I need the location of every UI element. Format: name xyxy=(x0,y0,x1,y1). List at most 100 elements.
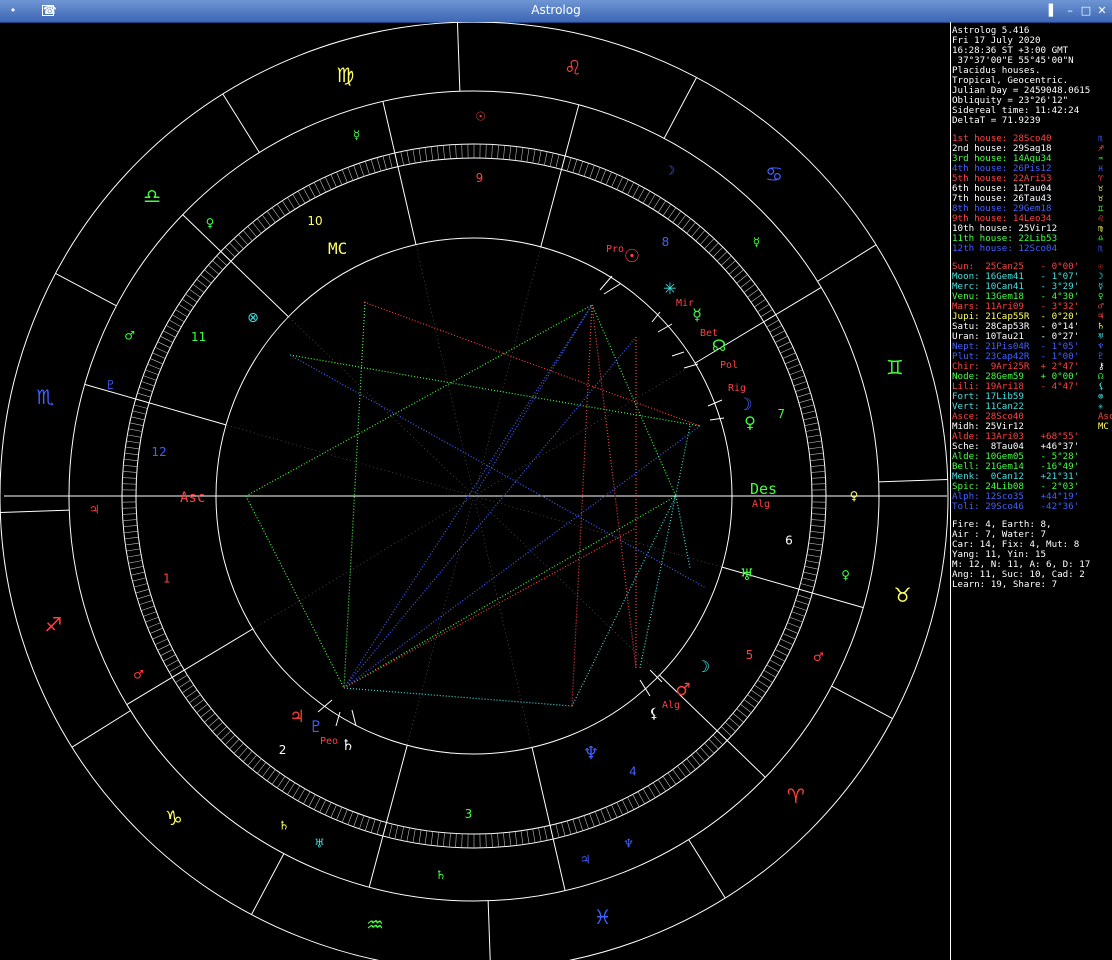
degree-tick xyxy=(128,428,143,432)
sign-divider xyxy=(487,900,491,960)
aspect-line xyxy=(343,301,366,689)
degree-tick xyxy=(200,708,212,718)
close-button[interactable]: ✕ xyxy=(1095,4,1109,17)
planet-pointer xyxy=(599,275,613,291)
degree-tick xyxy=(503,832,505,847)
planets-glyph-icon: ♆ xyxy=(1098,342,1104,352)
planets-glyph-icon: ☉ xyxy=(1098,262,1104,272)
house-number: 3 xyxy=(465,807,473,821)
degree-tick xyxy=(123,525,138,527)
degree-tick xyxy=(175,309,188,318)
house-number: 2 xyxy=(279,743,287,757)
degree-tick xyxy=(785,358,799,365)
houses-glyph-icon: ♏ xyxy=(1098,134,1104,144)
degree-tick xyxy=(238,234,249,246)
planet-glyph-icon: ⚸ xyxy=(649,706,659,722)
degree-tick xyxy=(809,452,824,456)
degree-tick xyxy=(130,571,145,576)
degree-tick xyxy=(789,616,803,623)
degree-tick xyxy=(394,825,399,840)
degree-tick xyxy=(220,730,232,741)
degree-tick xyxy=(330,804,337,818)
degree-tick xyxy=(787,622,801,629)
degree-tick xyxy=(805,560,820,564)
degree-tick xyxy=(720,726,732,737)
degree-tick xyxy=(157,643,171,651)
degree-tick xyxy=(699,234,710,246)
planet-glyph-icon: ♂ xyxy=(675,680,690,700)
sign-divider xyxy=(663,77,697,139)
zodiac-sign-icon: ♎ xyxy=(143,184,161,208)
degree-tick xyxy=(561,822,566,837)
degree-tick xyxy=(313,797,321,810)
house-ruler-icon: ☽ xyxy=(664,164,675,178)
sign-divider xyxy=(817,244,877,282)
degree-tick xyxy=(782,633,796,640)
degree-tick xyxy=(627,182,635,195)
degree-tick xyxy=(376,820,382,835)
degree-tick xyxy=(208,717,220,728)
degree-tick xyxy=(657,779,666,792)
house-ruler-icon: ♂ xyxy=(813,650,824,664)
degree-tick xyxy=(621,799,629,813)
degree-tick xyxy=(810,458,825,461)
degree-tick xyxy=(708,242,719,254)
degree-tick xyxy=(208,264,220,275)
degree-tick xyxy=(572,159,578,173)
degree-tick xyxy=(616,176,624,190)
degree-tick xyxy=(549,152,554,167)
degree-tick xyxy=(677,214,687,227)
degree-tick xyxy=(388,154,393,169)
degree-tick xyxy=(178,679,191,688)
degree-tick xyxy=(336,807,343,821)
degree-tick xyxy=(147,363,161,370)
aspect-line xyxy=(245,304,593,497)
maximize-button[interactable]: □ xyxy=(1079,4,1093,17)
degree-tick xyxy=(196,279,208,289)
degree-tick xyxy=(691,226,701,238)
degree-tick xyxy=(261,765,271,778)
degree-tick xyxy=(353,165,359,179)
asc-label: Asc xyxy=(180,490,205,506)
degree-tick xyxy=(212,721,224,732)
degree-tick xyxy=(200,274,212,284)
degree-tick xyxy=(732,713,744,723)
title-bar[interactable]: • ☎ Astrolog ▌ – □ ✕ xyxy=(0,0,1112,23)
minimize-button[interactable]: – xyxy=(1063,4,1077,17)
degree-tick xyxy=(543,151,548,166)
degree-tick xyxy=(238,746,249,758)
shade-button[interactable]: ▌ xyxy=(1046,4,1060,17)
degree-tick xyxy=(514,146,518,161)
degree-tick xyxy=(652,197,661,210)
degree-tick xyxy=(600,809,607,823)
degree-tick xyxy=(455,144,457,159)
degree-tick xyxy=(750,293,763,303)
degree-tick xyxy=(370,819,376,833)
degree-tick xyxy=(793,381,807,387)
sign-divider xyxy=(878,478,948,483)
degree-tick xyxy=(782,352,796,359)
aspect-line xyxy=(591,304,677,497)
chart-wheel-area[interactable]: 1 2 3 4 5 6 7 8 9 10 11 12 ♐ ♑ ♒ ♓ ♈ ♉ ♊ ♋ ♌ ♍ ♎ ♏ ♃ ♂ ♄ ♅ ♄ ♃ ♆ ♂ ♀ ♀ ☿ ☽ ☉… xyxy=(0,22,951,960)
houses-glyph-icon: ♎ xyxy=(1098,234,1104,244)
degree-tick xyxy=(324,802,332,816)
aspect-line xyxy=(245,495,345,689)
house-number: 5 xyxy=(746,648,754,662)
degree-tick xyxy=(652,782,661,795)
degree-tick xyxy=(123,531,138,534)
degree-tick xyxy=(257,218,267,230)
degree-tick xyxy=(797,594,811,600)
degree-tick xyxy=(297,788,306,801)
degree-tick xyxy=(657,200,666,213)
degree-tick xyxy=(538,827,542,842)
house-cusp-inner xyxy=(415,244,475,497)
degree-tick xyxy=(123,465,138,467)
house-ruler-icon: ♂ xyxy=(133,668,144,682)
degree-tick xyxy=(807,548,822,552)
degree-tick xyxy=(242,750,253,762)
house-number: 10 xyxy=(307,214,322,228)
house-cusp xyxy=(126,628,254,706)
houses-glyph-icon: ♊ xyxy=(1098,204,1104,214)
degree-tick xyxy=(616,802,624,816)
degree-tick xyxy=(775,335,788,343)
